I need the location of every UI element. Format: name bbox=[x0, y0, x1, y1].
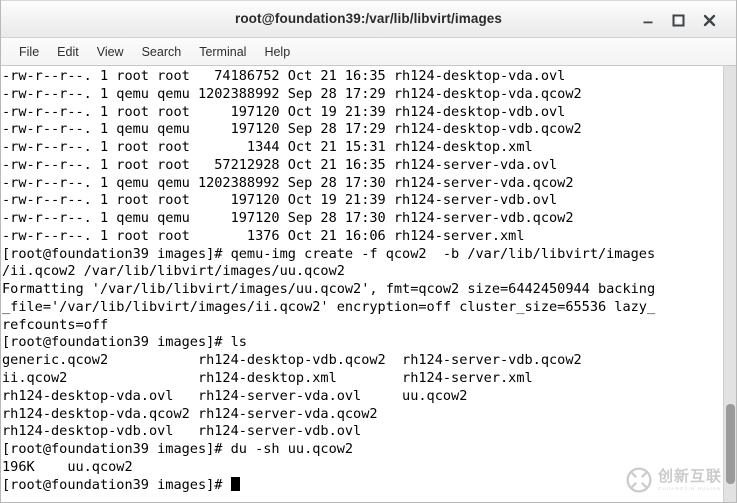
terminal-scrollbar[interactable] bbox=[723, 66, 736, 502]
terminal-line: 196K uu.qcow2 bbox=[2, 458, 133, 475]
terminal-line: rh124-desktop-vda.qcow2 rh124-server-vda… bbox=[2, 405, 378, 422]
terminal-line: -rw-r--r--. 1 root root 1344 Oct 21 15:3… bbox=[2, 139, 533, 156]
terminal-line: Formatting '/var/lib/libvirt/images/uu.q… bbox=[2, 281, 656, 298]
terminal-line: -rw-r--r--. 1 root root 197120 Oct 19 21… bbox=[2, 192, 558, 209]
terminal-line: -rw-r--r--. 1 qemu qemu 1202388992 Sep 2… bbox=[2, 85, 582, 102]
terminal-line: -rw-r--r--. 1 root root 1376 Oct 21 16:0… bbox=[2, 227, 525, 244]
terminal-line: /ii.qcow2 /var/lib/libvirt/images/uu.qco… bbox=[2, 263, 345, 280]
terminal-line: _file='/var/lib/libvirt/images/ii.qcow2'… bbox=[2, 298, 656, 315]
terminal-line: -rw-r--r--. 1 root root 74186752 Oct 21 … bbox=[2, 68, 566, 84]
terminal-prompt-line: [root@foundation39 images]# bbox=[2, 476, 655, 495]
terminal-line: -rw-r--r--. 1 qemu qemu 1202388992 Sep 2… bbox=[2, 174, 574, 191]
terminal-prompt: [root@foundation39 images]# bbox=[2, 476, 231, 493]
terminal-line: [root@foundation39 images]# ls bbox=[2, 334, 247, 351]
terminal-screen: -rw-r--r--. 1 root root 74186752 Oct 21 … bbox=[2, 68, 655, 494]
terminal-line: ii.qcow2 rh124-desktop.xml rh124-server.… bbox=[2, 370, 533, 387]
terminal-cursor bbox=[230, 476, 240, 491]
terminal-line: -rw-r--r--. 1 qemu qemu 197120 Sep 28 17… bbox=[2, 210, 574, 227]
terminal-line: rh124-desktop-vda.ovl rh124-server-vda.o… bbox=[2, 387, 468, 404]
terminal-line: [root@foundation39 images]# du -sh uu.qc… bbox=[2, 441, 354, 458]
maximize-button[interactable] bbox=[670, 12, 687, 29]
terminal-line: -rw-r--r--. 1 root root 57212928 Oct 21 … bbox=[2, 156, 558, 173]
menu-item-view[interactable]: View bbox=[88, 43, 133, 61]
terminal-line: [root@foundation39 images]# qemu-img cre… bbox=[2, 245, 656, 262]
minimize-icon bbox=[643, 21, 653, 24]
menu-item-help[interactable]: Help bbox=[255, 43, 299, 61]
terminal-line: -rw-r--r--. 1 qemu qemu 197120 Sep 28 17… bbox=[2, 121, 582, 138]
title-bar[interactable]: root@foundation39:/var/lib/libvirt/image… bbox=[1, 0, 736, 38]
terminal-body: -rw-r--r--. 1 root root 74186752 Oct 21 … bbox=[1, 66, 736, 502]
terminal-line: refcounts=off bbox=[2, 316, 109, 333]
terminal-line: -rw-r--r--. 1 root root 197120 Oct 19 21… bbox=[2, 103, 566, 120]
maximize-icon bbox=[672, 14, 685, 27]
menu-item-terminal[interactable]: Terminal bbox=[190, 43, 255, 61]
menu-bar: File Edit View Search Terminal Help bbox=[1, 38, 736, 66]
close-button[interactable] bbox=[701, 12, 718, 29]
minimize-button[interactable] bbox=[640, 12, 657, 29]
menu-item-edit[interactable]: Edit bbox=[48, 43, 88, 61]
close-icon bbox=[703, 14, 716, 27]
terminal-line: rh124-desktop-vdb.ovl rh124-server-vdb.o… bbox=[2, 423, 362, 440]
menu-item-file[interactable]: File bbox=[10, 43, 48, 61]
scrollbar-thumb[interactable] bbox=[726, 404, 735, 484]
terminal-window: root@foundation39:/var/lib/libvirt/image… bbox=[0, 0, 737, 503]
terminal-line: generic.qcow2 rh124-desktop-vdb.qcow2 rh… bbox=[2, 352, 582, 369]
menu-item-search[interactable]: Search bbox=[133, 43, 191, 61]
window-title: root@foundation39:/var/lib/libvirt/image… bbox=[234, 11, 503, 26]
terminal-output-area[interactable]: -rw-r--r--. 1 root root 74186752 Oct 21 … bbox=[1, 66, 723, 502]
